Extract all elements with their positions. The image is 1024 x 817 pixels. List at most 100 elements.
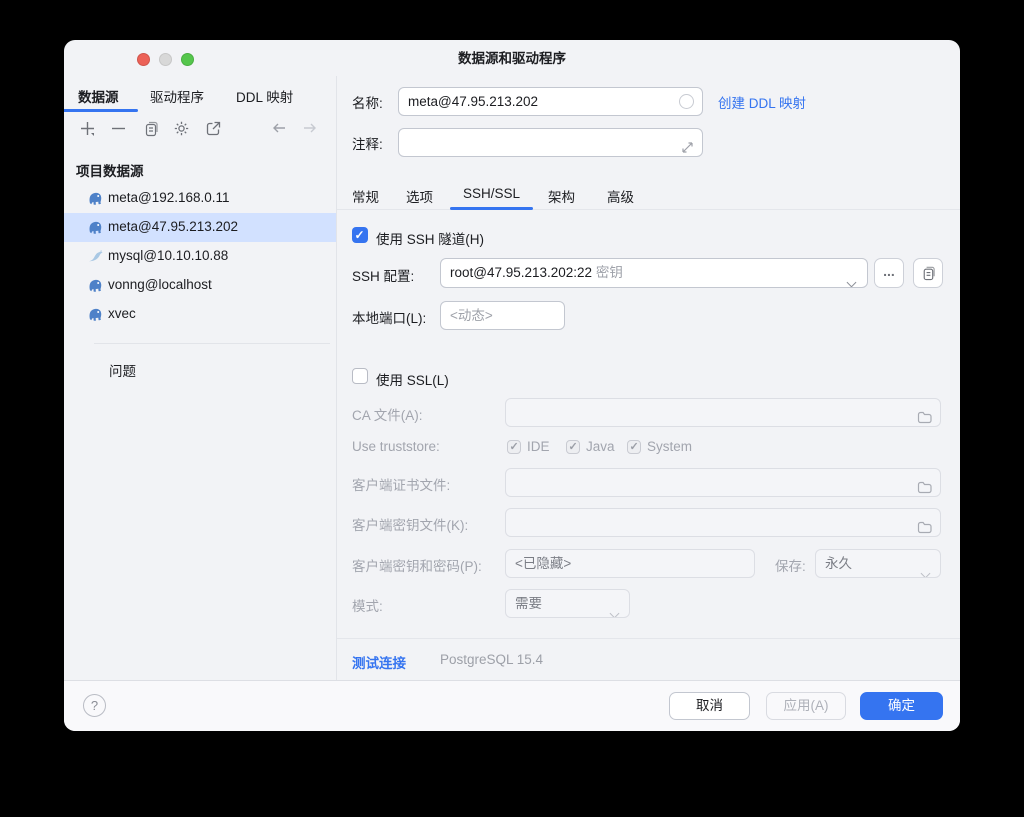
mysql-icon (87, 248, 104, 265)
ssh-config-more-button[interactable]: ... (874, 258, 904, 288)
tab-data-sources[interactable]: 数据源 (78, 86, 119, 106)
truststore-label: Use truststore: (352, 439, 440, 454)
folder-icon[interactable] (917, 516, 932, 537)
project-data-sources-header: 项目数据源 (76, 160, 144, 180)
back-arrow-icon[interactable] (271, 121, 287, 135)
use-ssh-tunnel-label: 使用 SSH 隧道(H) (376, 228, 484, 248)
list-item-label: meta@192.168.0.11 (108, 190, 230, 205)
add-icon[interactable] (79, 120, 96, 137)
ssh-config-badge: 密钥 (596, 265, 623, 280)
bottom-section-divider (337, 638, 960, 639)
more-dots: ... (883, 263, 895, 279)
copy-ssh-config-button[interactable] (913, 258, 943, 288)
list-item-label: meta@47.95.213.202 (108, 219, 238, 234)
chevron-down-icon (611, 599, 618, 618)
test-connection-link[interactable]: 测试连接 (352, 652, 406, 672)
postgresql-icon (87, 219, 104, 236)
footer: ? 取消 应用(A) 确定 (64, 680, 960, 731)
truststore-java-label: Java (586, 439, 615, 454)
client-key-input (505, 508, 941, 537)
chevron-down-icon (848, 268, 855, 288)
gear-icon[interactable] (173, 120, 190, 137)
list-item[interactable]: mysql@10.10.10.88 (64, 242, 336, 271)
list-item-label: vonng@localhost (108, 277, 212, 292)
expand-icon[interactable] (681, 136, 694, 149)
ca-file-input (505, 398, 941, 427)
use-ssl-checkbox[interactable] (352, 368, 368, 384)
comment-input[interactable] (398, 128, 703, 157)
tab-general[interactable]: 常规 (352, 186, 379, 206)
active-form-tab-indicator (450, 207, 533, 210)
truststore-system-label: System (647, 439, 692, 454)
client-key-password-input: <已隐藏> (505, 549, 755, 578)
tab-drivers[interactable]: 驱动程序 (150, 86, 204, 106)
data-sources-dialog: 数据源和驱动程序 数据源 驱动程序 DDL 映射 项目数据源 (64, 40, 960, 731)
local-port-input[interactable]: <动态> (440, 301, 565, 330)
save-select: 永久 (815, 549, 941, 578)
client-cert-input (505, 468, 941, 497)
ok-button[interactable]: 确定 (860, 692, 943, 720)
folder-icon[interactable] (917, 476, 932, 497)
mode-value: 需要 (515, 596, 542, 611)
ssh-config-label: SSH 配置: (352, 265, 414, 285)
folder-icon[interactable] (917, 406, 932, 427)
sidebar: 数据源 驱动程序 DDL 映射 项目数据源 (64, 76, 336, 680)
use-ssh-tunnel-checkbox[interactable] (352, 227, 368, 243)
name-value: meta@47.95.213.202 (408, 94, 538, 109)
open-external-icon[interactable] (205, 120, 222, 137)
ssh-config-value: root@47.95.213.202:22 (450, 265, 592, 280)
active-tab-indicator (64, 109, 138, 112)
titlebar: 数据源和驱动程序 (64, 40, 960, 76)
remove-icon[interactable] (110, 120, 127, 137)
client-key-label: 客户端密钥文件(K): (352, 514, 468, 534)
copy-icon (920, 265, 936, 281)
list-item[interactable]: vonng@localhost (64, 271, 336, 300)
truststore-ide-checkbox (507, 440, 521, 454)
list-item[interactable]: xvec (64, 300, 336, 329)
save-label: 保存: (775, 555, 806, 575)
help-icon: ? (91, 698, 98, 713)
client-key-password-value: <已隐藏> (515, 556, 571, 571)
tab-advanced[interactable]: 高级 (607, 186, 634, 206)
cancel-button[interactable]: 取消 (669, 692, 750, 720)
local-port-label: 本地端口(L): (352, 307, 426, 327)
mode-select: 需要 (505, 589, 630, 618)
forward-arrow-icon[interactable] (302, 121, 318, 135)
postgresql-icon (87, 306, 104, 323)
comment-label: 注释: (352, 133, 383, 153)
driver-info: PostgreSQL 15.4 (440, 652, 543, 667)
name-label: 名称: (352, 92, 383, 112)
truststore-ide-label: IDE (527, 439, 550, 454)
list-item-label: xvec (108, 306, 136, 321)
list-item-label: mysql@10.10.10.88 (108, 248, 228, 263)
use-ssl-label: 使用 SSL(L) (376, 369, 449, 389)
client-key-password-label: 客户端密钥和密码(P): (352, 555, 482, 575)
truststore-java-checkbox (566, 440, 580, 454)
apply-button[interactable]: 应用(A) (766, 692, 846, 720)
tabs-divider (337, 209, 960, 210)
duplicate-icon[interactable] (142, 120, 159, 137)
list-divider (94, 343, 330, 344)
main-panel: 名称: meta@47.95.213.202 创建 DDL 映射 注释: 常规 … (337, 76, 960, 680)
postgresql-icon (87, 190, 104, 207)
help-button[interactable]: ? (83, 694, 106, 717)
local-port-placeholder: <动态> (450, 308, 493, 323)
problems-item[interactable]: 问题 (109, 360, 136, 380)
client-cert-label: 客户端证书文件: (352, 474, 450, 494)
ssh-config-select[interactable]: root@47.95.213.202:22 密钥 (440, 258, 868, 288)
postgresql-icon (87, 277, 104, 294)
refresh-ring-icon (679, 94, 694, 109)
mode-label: 模式: (352, 595, 383, 615)
dialog-title: 数据源和驱动程序 (64, 40, 960, 76)
tab-schemas[interactable]: 架构 (548, 186, 575, 206)
tab-ssh-ssl[interactable]: SSH/SSL (463, 186, 520, 201)
list-item[interactable]: meta@192.168.0.11 (64, 184, 336, 213)
list-item-selected[interactable]: meta@47.95.213.202 (64, 213, 336, 242)
tab-ddl-mappings[interactable]: DDL 映射 (236, 86, 293, 106)
truststore-system-checkbox (627, 440, 641, 454)
create-ddl-mapping-link[interactable]: 创建 DDL 映射 (718, 92, 806, 112)
chevron-down-icon (922, 559, 929, 578)
tab-options[interactable]: 选项 (406, 186, 433, 206)
save-value: 永久 (825, 556, 852, 571)
name-input[interactable]: meta@47.95.213.202 (398, 87, 703, 116)
